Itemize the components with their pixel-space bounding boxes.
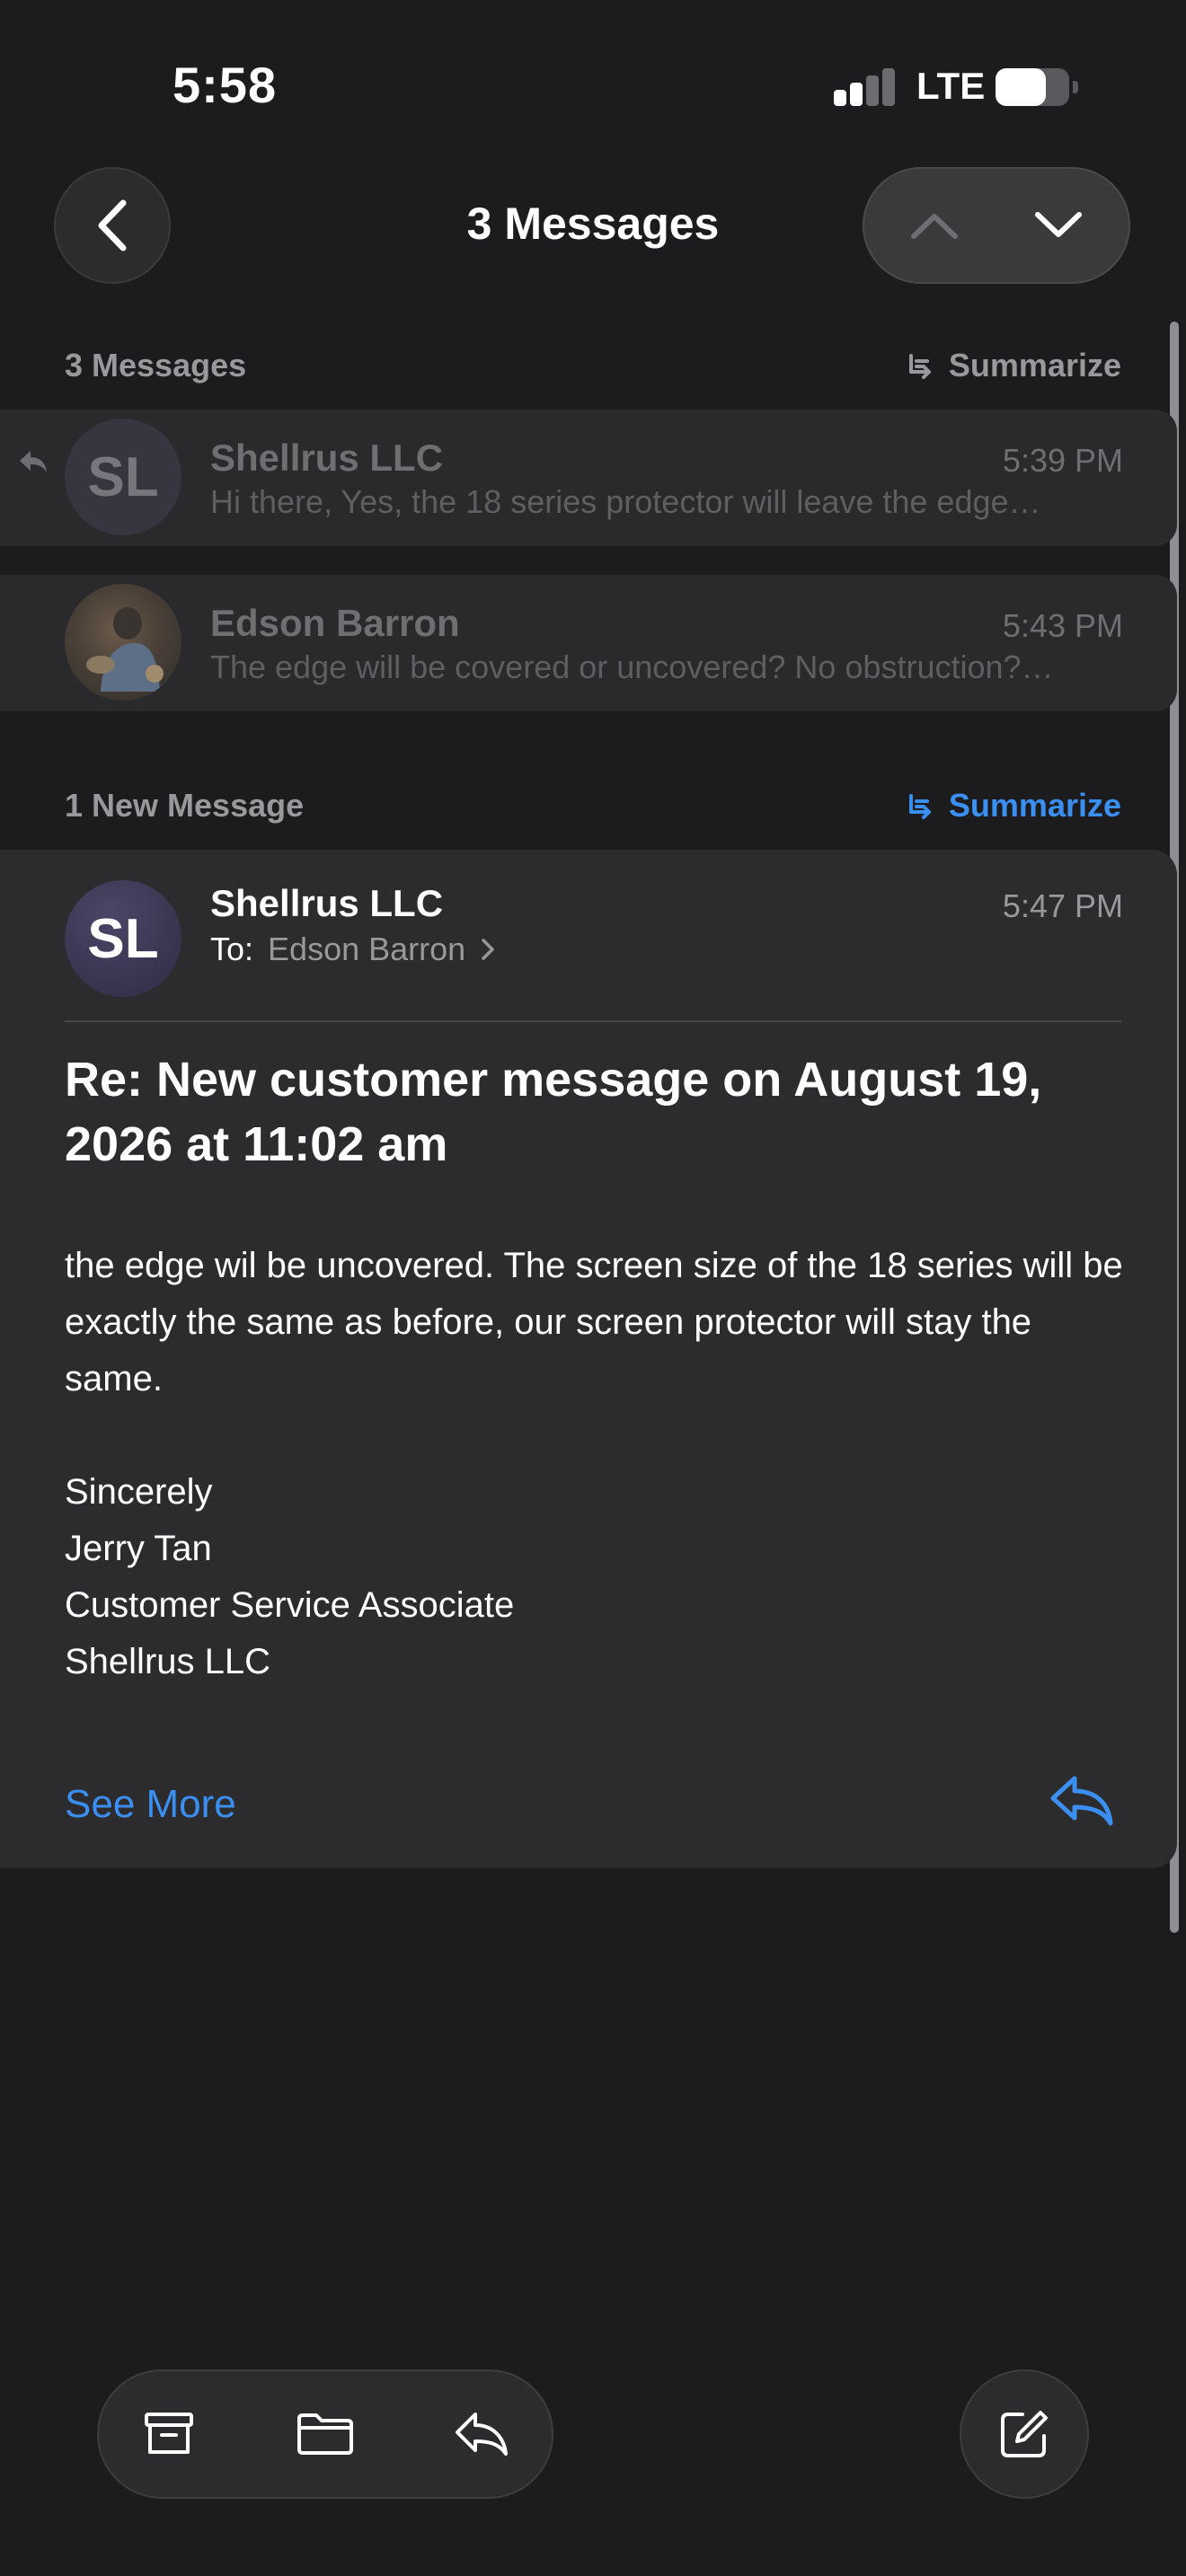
message-sender: Shellrus LLC [210,437,444,479]
signature-line: Jerry Tan [65,1529,212,1568]
thread-count-label: 3 Messages [65,347,247,384]
body-paragraph: the edge wil be uncovered. The screen si… [65,1246,1123,1398]
sender-avatar: SL [65,880,181,997]
reply-icon [1050,1776,1113,1826]
reply-toolbar-button[interactable] [449,2402,514,2466]
message-preview: The edge will be covered or uncovered? N… [210,648,1054,685]
expanded-message: SL Shellrus LLC 5:47 PM To: Edson Barron… [0,850,1177,1868]
compose-button[interactable] [960,2369,1089,2499]
recipient-line[interactable]: To: Edson Barron [210,931,496,968]
summarize-label: Summarize [948,347,1121,384]
new-message-label: 1 New Message [65,787,305,824]
chevron-down-icon [1035,212,1082,237]
message-row-1[interactable]: SL Shellrus LLC 5:39 PM Hi there, Yes, t… [0,410,1177,546]
archive-icon [145,2413,193,2454]
archive-button[interactable] [137,2402,201,2466]
summarize-icon [908,794,931,819]
sender-avatar: SL [65,419,181,535]
previous-message-button[interactable] [898,194,970,257]
signature-line: Sincerely [65,1472,213,1512]
signature: Sincerely Jerry Tan Customer Service Ass… [65,1464,514,1690]
sender-avatar-photo [65,584,181,701]
replied-icon [20,451,47,472]
chevron-up-icon [911,214,958,239]
message-navigation [863,167,1130,284]
signature-line: Customer Service Associate [65,1585,515,1625]
signature-line: Shellrus LLC [65,1642,271,1681]
bottom-toolbar [97,2369,553,2499]
message-row-2[interactable]: Edson Barron 5:43 PM The edge will be co… [0,575,1177,711]
chevron-right-icon [482,939,494,960]
to-label: To: [210,931,254,967]
header-divider [65,1020,1121,1022]
reply-icon [456,2413,508,2456]
summarize-thread-button[interactable]: Summarize [907,347,1121,384]
see-more-link[interactable]: See More [65,1782,236,1827]
move-to-folder-button[interactable] [293,2402,358,2466]
recipient-name[interactable]: Edson Barron [268,931,465,968]
message-sender: Edson Barron [210,602,460,644]
message-time: 5:39 PM [1002,442,1123,479]
cellular-signal-icon [834,66,897,106]
summarize-new-button[interactable]: Summarize [907,787,1121,825]
network-type: LTE [916,65,986,107]
folder-icon [297,2413,353,2455]
compose-icon [1001,2411,1048,2457]
battery-icon [996,68,1078,106]
summarize-icon [908,354,931,379]
reply-button[interactable] [1048,1773,1116,1833]
message-preview: Hi there, Yes, the 18 series protector w… [210,483,1041,520]
next-message-button[interactable] [1022,194,1094,257]
message-body: the edge wil be uncovered. The screen si… [65,1238,1125,1407]
message-time: 5:43 PM [1002,607,1123,644]
message-subject: Re: New customer message on August 19, 2… [65,1053,1042,1171]
message-time: 5:47 PM [1002,887,1123,924]
sender-name[interactable]: Shellrus LLC [210,882,443,925]
summarize-label: Summarize [948,787,1121,824]
status-time: 5:58 [173,57,278,113]
